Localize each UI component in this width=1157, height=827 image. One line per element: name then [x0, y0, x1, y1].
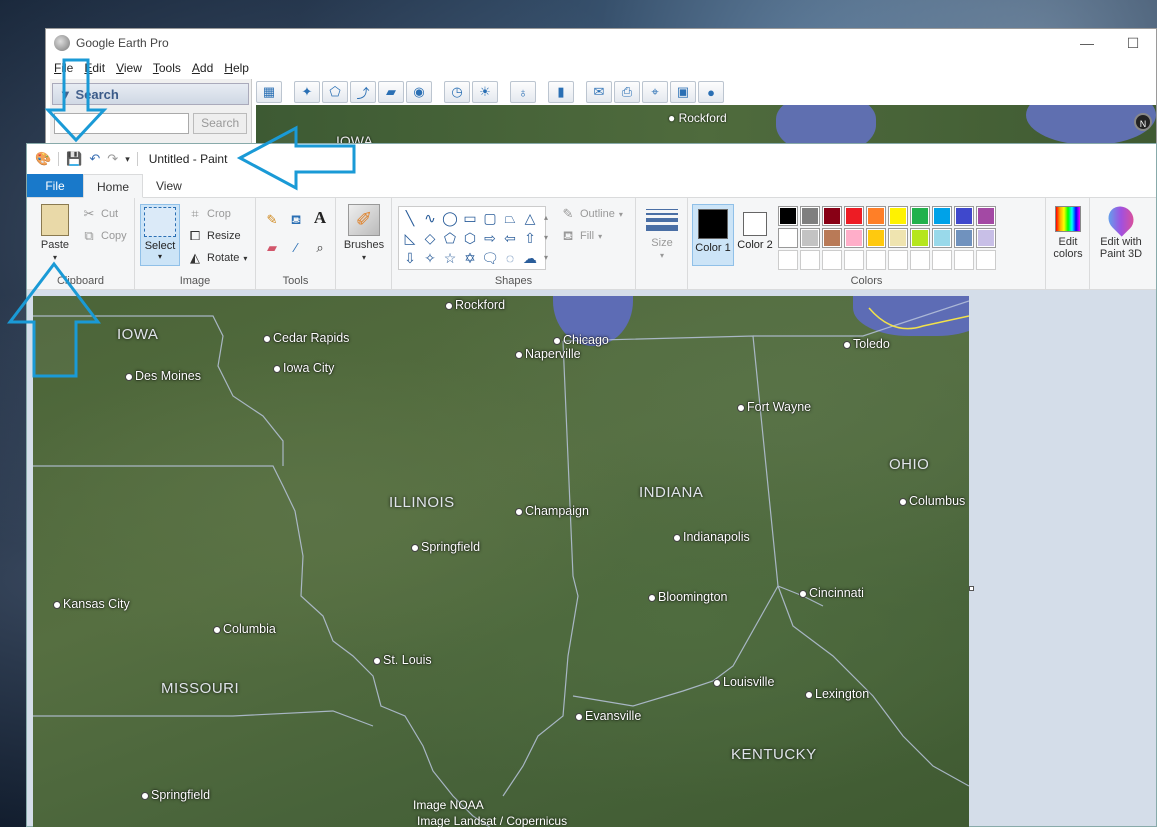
annotation-arrows: [6, 58, 356, 378]
down-arrow-annotation: [44, 58, 108, 143]
left-arrow-annotation: [236, 125, 356, 191]
up-arrow-annotation: [6, 261, 102, 378]
